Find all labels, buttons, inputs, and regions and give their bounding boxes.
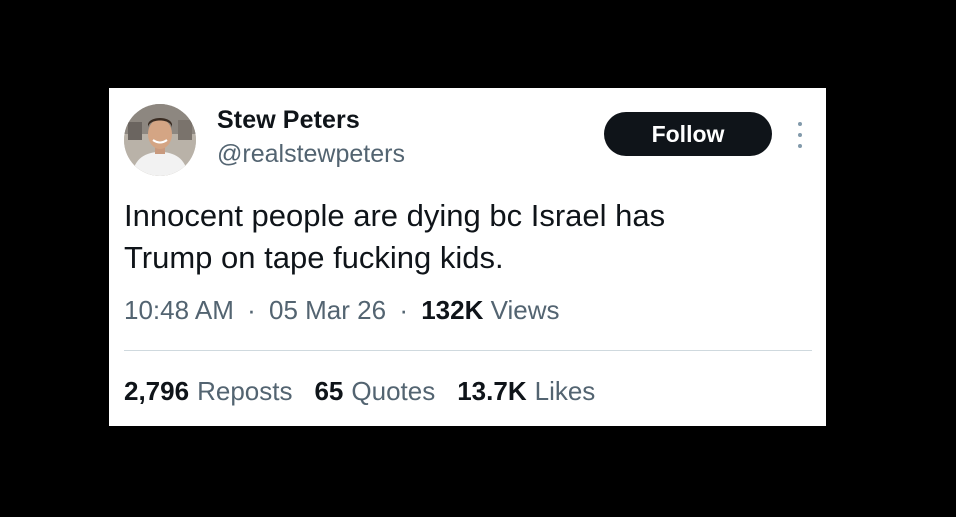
tweet-time[interactable]: 10:48 AM: [124, 295, 234, 325]
tweet-text: Innocent people are dying bc Israel has …: [124, 195, 784, 279]
views-label: Views: [490, 295, 560, 325]
more-vertical-icon[interactable]: [793, 122, 807, 148]
tweet-date[interactable]: 05 Mar 26: [269, 295, 386, 325]
reposts-stat[interactable]: 2,796 Reposts: [124, 376, 292, 407]
tweet-meta: 10:48 AM · 05 Mar 26 · 132K Views: [124, 295, 560, 326]
likes-label: Likes: [534, 376, 596, 406]
follow-button[interactable]: Follow: [604, 112, 772, 156]
tweet-text-line: Trump on tape fucking kids.: [124, 240, 504, 275]
engagement-stats: 2,796 Reposts 65 Quotes 13.7K Likes: [124, 376, 617, 407]
tweet-card: Stew Peters @realstewpeters Follow Innoc…: [109, 88, 826, 426]
quotes-label: Quotes: [351, 376, 436, 406]
reposts-label: Reposts: [197, 376, 293, 406]
avatar-image: [124, 104, 196, 176]
author-display-name[interactable]: Stew Peters: [217, 106, 360, 135]
more-dot: [798, 144, 802, 148]
likes-count: 13.7K: [457, 376, 527, 406]
meta-separator: ·: [247, 295, 256, 325]
divider: [124, 350, 812, 351]
author-handle[interactable]: @realstewpeters: [217, 140, 405, 169]
reposts-count: 2,796: [124, 376, 190, 406]
more-dot: [798, 133, 802, 137]
views-count: 132K: [421, 295, 484, 325]
more-dot: [798, 122, 802, 126]
quotes-count: 65: [314, 376, 344, 406]
tweet-text-line: Innocent people are dying bc Israel has: [124, 198, 666, 233]
meta-separator: ·: [399, 295, 408, 325]
quotes-stat[interactable]: 65 Quotes: [314, 376, 435, 407]
likes-stat[interactable]: 13.7K Likes: [457, 376, 595, 407]
avatar[interactable]: [124, 104, 196, 176]
